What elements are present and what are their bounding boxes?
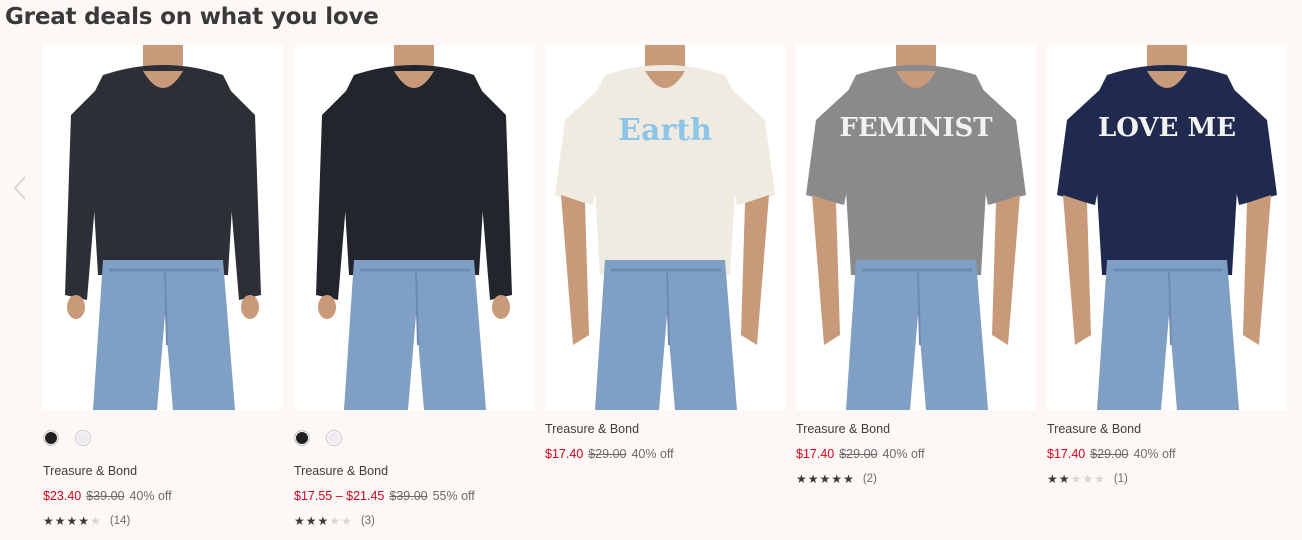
chevron-left-icon <box>13 176 26 200</box>
product-image[interactable]: Earth <box>545 45 785 410</box>
discount-label: 40% off <box>631 447 674 461</box>
rating[interactable]: ★★★★★ (3) <box>294 514 534 528</box>
star-icon: ★ <box>1047 472 1059 486</box>
product-image[interactable]: FEMINIST <box>796 45 1036 410</box>
product-brand[interactable]: Treasure & Bond <box>294 464 534 478</box>
price-row: $17.55 – $21.45 $39.00 55% off <box>294 489 534 503</box>
color-swatch[interactable] <box>326 430 342 446</box>
sale-price: $17.40 <box>796 447 835 461</box>
original-price: $39.00 <box>86 489 125 503</box>
price-row: $17.40 $29.00 40% off <box>796 447 1036 461</box>
rating[interactable]: ★★★★★ (14) <box>43 514 283 528</box>
star-icon: ★ <box>807 472 820 486</box>
product-image[interactable] <box>43 45 283 410</box>
color-swatch[interactable] <box>43 430 59 446</box>
price-row: $17.40 $29.00 40% off <box>1047 447 1287 461</box>
star-icon: ★ <box>796 472 808 486</box>
product-card[interactable]: Treasure & Bond $17.55 – $21.45 $39.00 55%… <box>294 45 534 528</box>
discount-label: 40% off <box>129 489 172 503</box>
original-price: $29.00 <box>839 447 878 461</box>
star-icon: ★ <box>54 514 67 528</box>
product-image[interactable] <box>294 45 534 410</box>
review-count: (3) <box>360 515 375 527</box>
rating-stars: ★★★★★ <box>796 472 855 486</box>
price-row: $17.40 $29.00 40% off <box>545 447 785 461</box>
color-swatches <box>294 430 534 450</box>
product-brand[interactable]: Treasure & Bond <box>796 422 1036 436</box>
star-icon: ★ <box>43 514 55 528</box>
star-icon: ★ <box>819 472 832 486</box>
star-icon: ★ <box>294 514 306 528</box>
color-swatch[interactable] <box>75 430 91 446</box>
rating-stars: ★★★★★ <box>294 514 353 528</box>
product-card[interactable]: Earth Treasure & Bond $17.40 $29.00 40% off <box>545 45 785 461</box>
product-card[interactable]: Treasure & Bond $23.40 $39.00 40% off ★★★★… <box>43 45 283 528</box>
product-brand[interactable]: Treasure & Bond <box>43 464 283 478</box>
product-card[interactable]: LOVE ME Treasure & Bond $17.40 $29.00 40% o… <box>1047 45 1287 486</box>
sale-price: $23.40 <box>43 489 82 503</box>
discount-label: 40% off <box>1133 447 1176 461</box>
product-brand[interactable]: Treasure & Bond <box>1047 422 1287 436</box>
star-icon: ★ <box>66 514 79 528</box>
price-row: $23.40 $39.00 40% off <box>43 489 283 503</box>
star-icon: ★ <box>329 514 342 528</box>
star-icon: ★ <box>1070 472 1083 486</box>
original-price: $39.00 <box>389 489 428 503</box>
star-icon: ★ <box>305 514 318 528</box>
review-count: (14) <box>109 515 131 527</box>
carousel-prev-button[interactable] <box>8 172 32 204</box>
star-icon: ★ <box>831 472 844 486</box>
star-icon: ★ <box>1094 472 1106 486</box>
star-icon: ★ <box>78 514 91 528</box>
rating-stars: ★★★★★ <box>43 514 102 528</box>
original-price: $29.00 <box>588 447 627 461</box>
star-icon: ★ <box>90 514 102 528</box>
sale-price: $17.40 <box>545 447 584 461</box>
section-title: Great deals on what you love <box>5 4 379 30</box>
original-price: $29.00 <box>1090 447 1129 461</box>
star-icon: ★ <box>341 514 353 528</box>
shirt-graphic: Earth <box>618 113 712 148</box>
color-swatch[interactable] <box>294 430 310 446</box>
rating[interactable]: ★★★★★ (1) <box>1047 472 1287 486</box>
star-icon: ★ <box>317 514 330 528</box>
product-image[interactable]: LOVE ME <box>1047 45 1287 410</box>
product-brand[interactable]: Treasure & Bond <box>545 422 785 436</box>
rating-stars: ★★★★★ <box>1047 472 1106 486</box>
sale-price: $17.55 – $21.45 <box>294 489 385 503</box>
star-icon: ★ <box>843 472 855 486</box>
review-count: (1) <box>1113 473 1128 485</box>
rating[interactable]: ★★★★★ (2) <box>796 472 1036 486</box>
review-count: (2) <box>862 473 877 485</box>
shirt-graphic: FEMINIST <box>839 113 993 143</box>
product-card[interactable]: FEMINIST Treasure & Bond $17.40 $29.00 40% … <box>796 45 1036 486</box>
star-icon: ★ <box>1058 472 1071 486</box>
shirt-graphic: LOVE ME <box>1097 113 1237 143</box>
discount-label: 55% off <box>432 489 475 503</box>
discount-label: 40% off <box>882 447 925 461</box>
star-icon: ★ <box>1082 472 1095 486</box>
color-swatches <box>43 430 283 450</box>
sale-price: $17.40 <box>1047 447 1086 461</box>
